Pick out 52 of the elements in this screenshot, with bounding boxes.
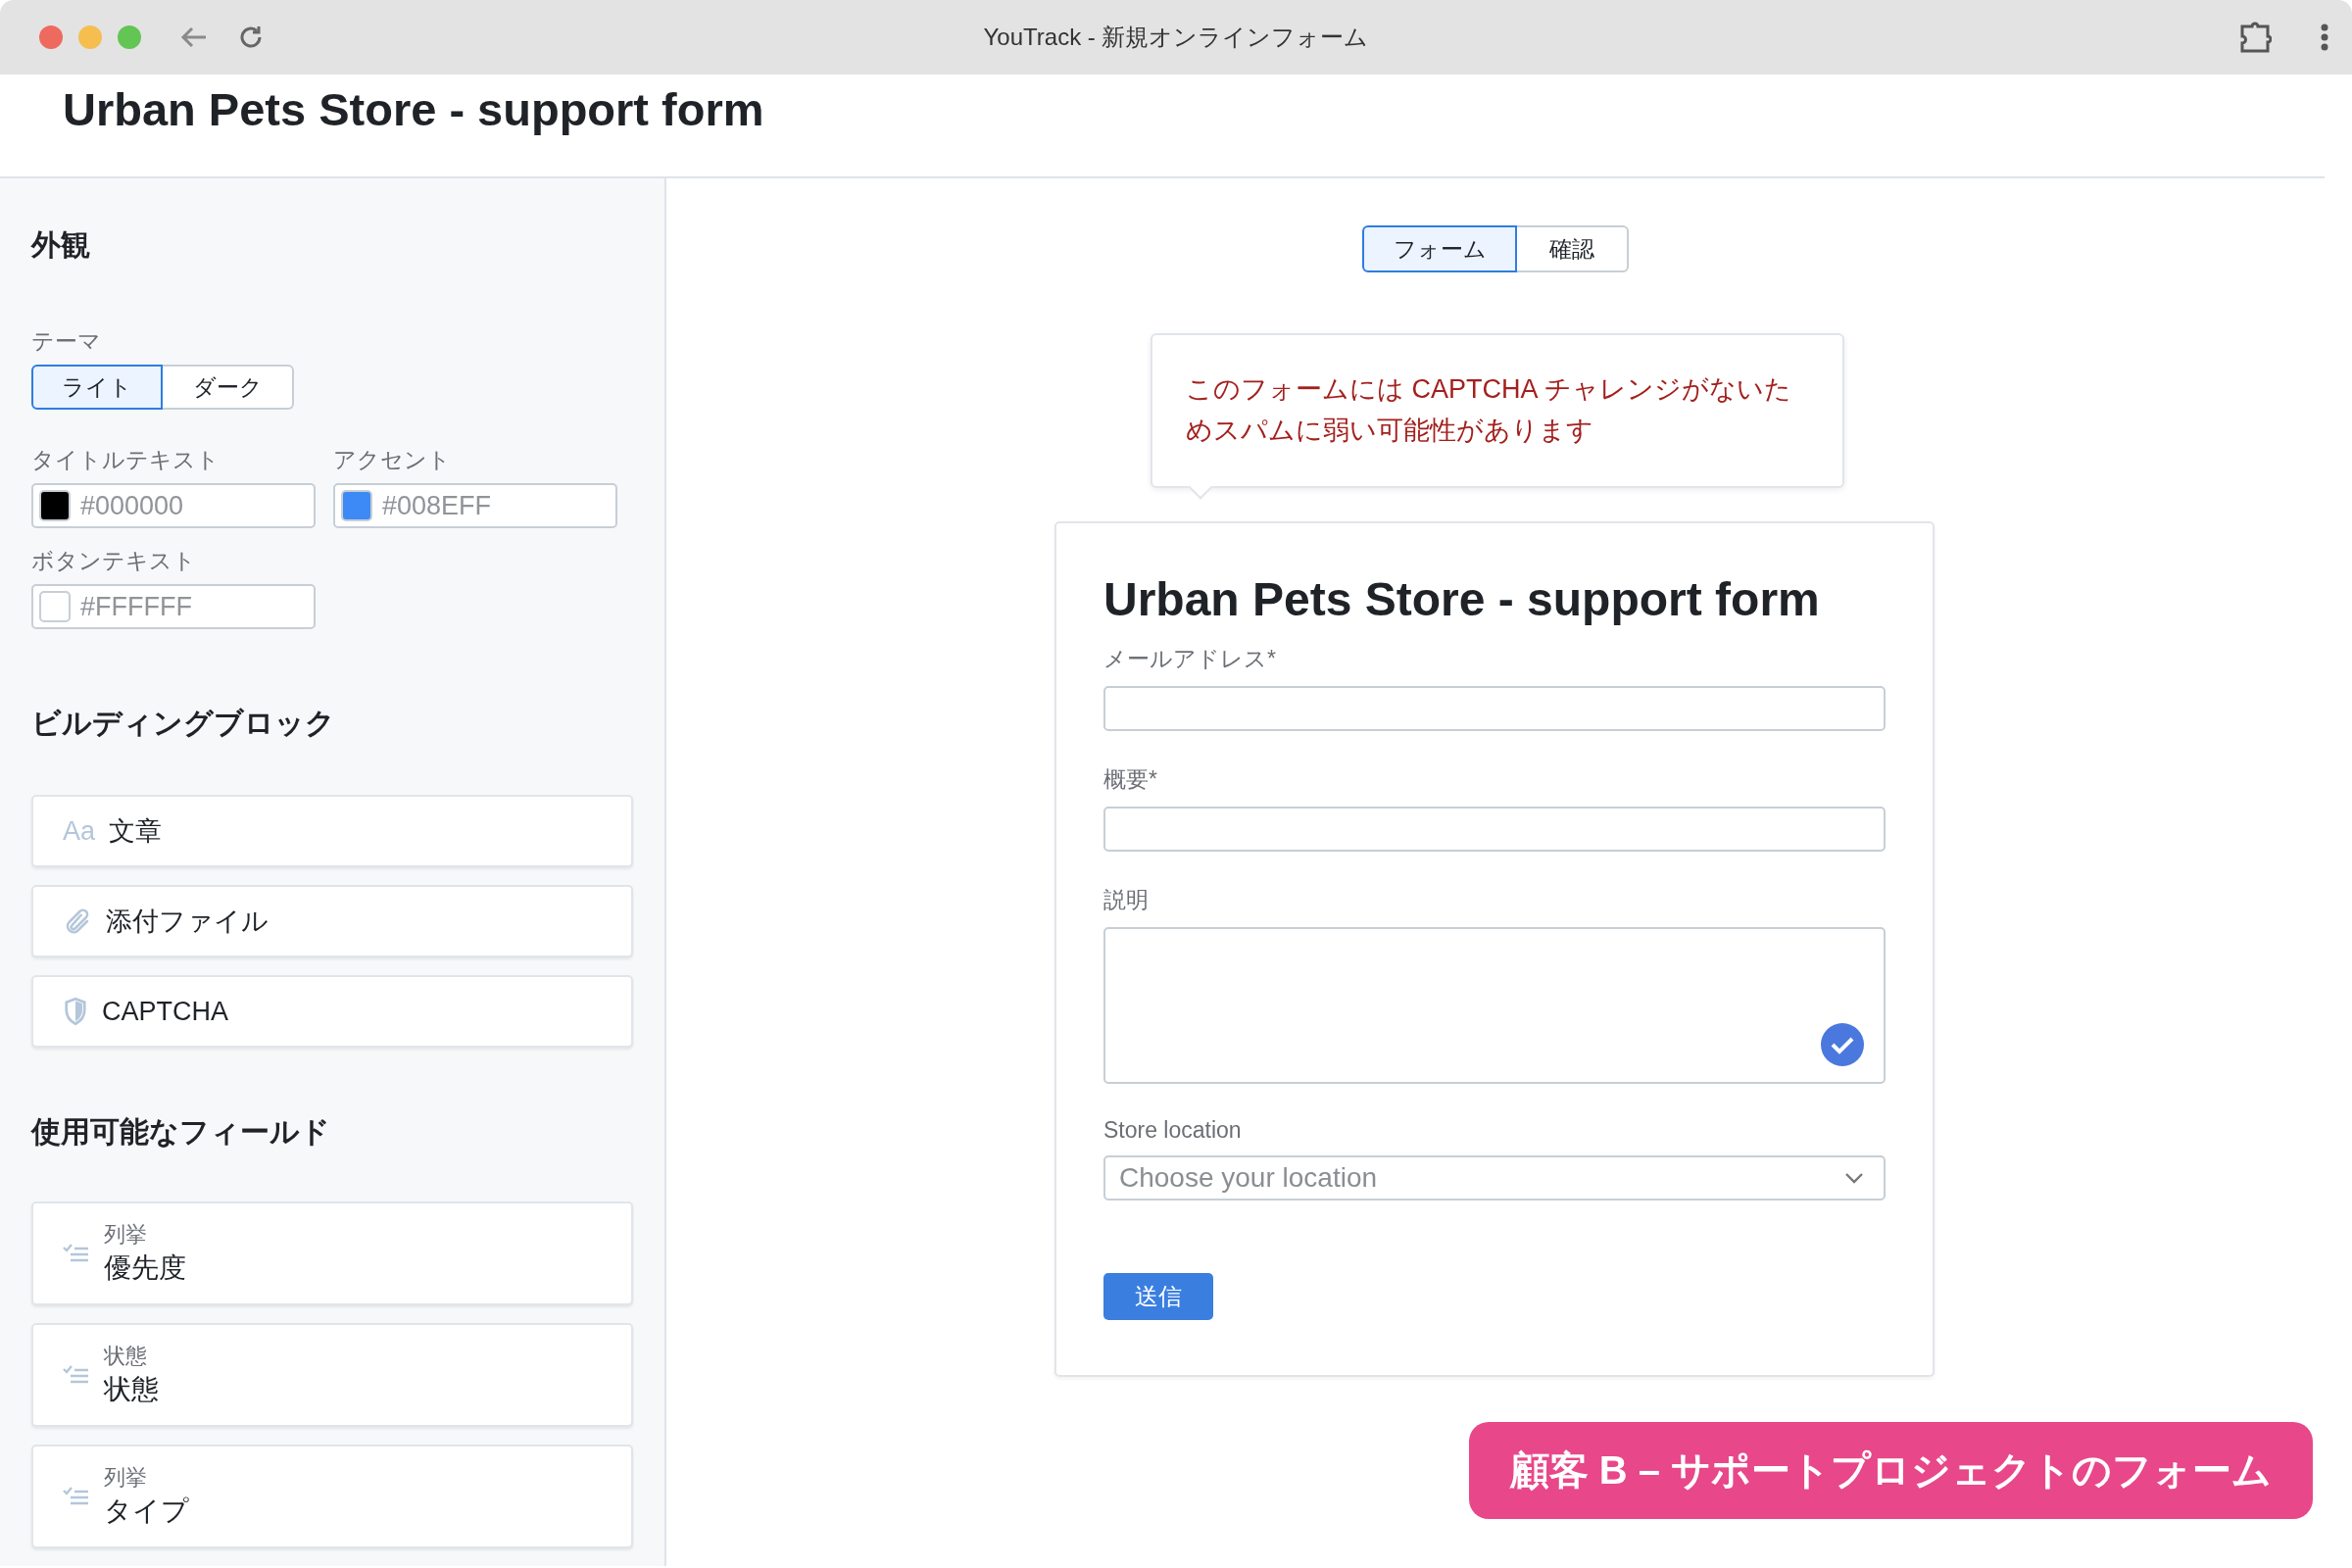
block-label: CAPTCHA [102,996,228,1027]
section-heading: 使用可能なフィールド [31,1114,331,1150]
field-label: ボタンテキスト [31,547,197,575]
field-label: タイトルテキスト [31,446,220,474]
field-label: 説明 [1103,886,1150,914]
back-arrow-icon[interactable] [180,25,208,49]
form-title: Urban Pets Store - support form [1103,572,1821,626]
color-swatch[interactable] [341,490,372,521]
theme-toggle[interactable]: ダーク [163,365,294,410]
section-heading: ビルディングブロック [31,706,336,741]
close-icon[interactable] [39,25,63,49]
field-label: メールアドレス* [1103,645,1277,673]
maximize-icon[interactable] [118,25,141,49]
field-item[interactable]: 状態 状態 [31,1323,633,1427]
field-name: 優先度 [104,1251,186,1285]
text-format-icon: Aa [63,815,96,847]
field-name: 状態 [104,1373,159,1406]
building-block-item[interactable]: CAPTCHA [31,975,633,1048]
view-tab[interactable]: フォーム [1362,225,1517,272]
theme-toggle[interactable]: ライト [31,365,163,410]
building-block-item[interactable]: 添付ファイル [31,885,633,957]
building-block-item[interactable]: Aa 文章 [31,795,633,867]
input-field[interactable] [1103,686,1886,731]
color-swatch[interactable] [39,490,71,521]
block-label: 文章 [109,815,163,848]
chevron-down-icon [1844,1172,1864,1184]
field-item[interactable]: 列挙 優先度 [31,1201,633,1305]
more-menu-icon[interactable] [2321,24,2328,51]
field-label: 概要* [1103,765,1158,794]
field-type: 状態 [104,1343,148,1370]
field-type: 列挙 [104,1221,148,1249]
warning-text: このフォームには CAPTCHA チャレンジがないためスパムに弱い可能性があります [1186,373,1792,447]
check-badge-icon [1821,1023,1864,1066]
textarea-field[interactable] [1103,927,1886,1084]
section-heading: 外観 [31,227,91,263]
minimize-icon[interactable] [78,25,102,49]
field-name: タイプ [104,1494,189,1528]
field-item[interactable]: 列挙 タイプ [31,1445,633,1548]
submit-button[interactable]: 送信 [1103,1273,1213,1320]
field-label: テーマ [31,327,102,356]
page-title: Urban Pets Store - support form [63,82,764,136]
field-label: アクセント [333,446,452,474]
caption-banner: 顧客 B – サポートプロジェクトのフォーム [1468,1422,2313,1519]
input-field[interactable] [1103,807,1886,852]
puzzle-piece-icon[interactable] [2238,21,2272,54]
color-swatch[interactable] [39,591,71,622]
view-tab[interactable]: 確認 [1517,225,1629,272]
shield-icon [63,997,88,1026]
field-type: 列挙 [104,1464,148,1492]
field-label: Store location [1103,1117,1243,1144]
window-title: YouTrack - 新規オンラインフォーム [983,24,1369,50]
block-label: 添付ファイル [106,906,269,938]
